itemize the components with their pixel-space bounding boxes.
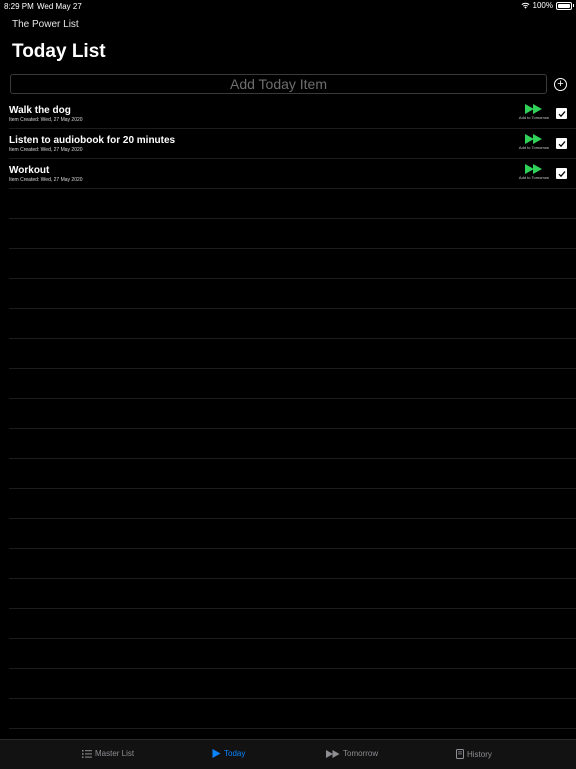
checkmark-icon xyxy=(558,170,565,177)
empty-row xyxy=(9,279,576,309)
battery-percent: 100% xyxy=(532,1,553,10)
checkmark-icon xyxy=(558,140,565,147)
add-to-tomorrow-label: Add to Tomorrow xyxy=(518,175,550,180)
empty-list-rows xyxy=(9,189,576,729)
item-created-date: Item Created: Wed, 27 May 2020 xyxy=(9,177,83,183)
empty-row xyxy=(9,519,576,549)
battery-icon xyxy=(556,1,574,10)
empty-row xyxy=(9,369,576,399)
add-today-item-input[interactable] xyxy=(10,74,547,94)
fast-forward-icon xyxy=(525,104,542,114)
tab-label: History xyxy=(467,749,492,759)
status-bar: 8:29 PM Wed May 27 100% xyxy=(0,0,576,13)
empty-row xyxy=(9,309,576,339)
checkmark-icon xyxy=(558,110,565,117)
tab-label: Today xyxy=(224,749,246,758)
completed-checkbox[interactable] xyxy=(556,108,567,119)
empty-row xyxy=(9,489,576,519)
list-item[interactable]: Walk the dog Item Created: Wed, 27 May 2… xyxy=(9,99,576,129)
completed-checkbox[interactable] xyxy=(556,168,567,179)
empty-row xyxy=(9,609,576,639)
fast-forward-icon xyxy=(525,164,542,174)
app-name: The Power List xyxy=(12,19,79,30)
item-created-date: Item Created: Wed, 27 May 2020 xyxy=(9,147,83,153)
tab-tomorrow[interactable]: Tomorrow xyxy=(326,749,378,758)
fast-forward-icon xyxy=(525,134,542,144)
list-item[interactable]: Workout Item Created: Wed, 27 May 2020 A… xyxy=(9,159,576,189)
tab-today[interactable]: Today xyxy=(212,749,245,758)
empty-row xyxy=(9,699,576,729)
tab-master-list[interactable]: Master List xyxy=(82,749,134,758)
empty-row xyxy=(9,579,576,609)
list-icon xyxy=(82,749,92,758)
empty-row xyxy=(9,189,576,219)
add-to-tomorrow-button[interactable]: Add to Tomorrow xyxy=(516,134,552,150)
book-icon xyxy=(456,749,464,759)
tab-history[interactable]: History xyxy=(456,749,492,759)
add-to-tomorrow-button[interactable]: Add to Tomorrow xyxy=(516,104,552,120)
add-to-tomorrow-label: Add to Tomorrow xyxy=(518,115,550,120)
list-item[interactable]: Listen to audiobook for 20 minutes Item … xyxy=(9,129,576,159)
fast-forward-icon xyxy=(326,749,340,758)
today-item-list: Walk the dog Item Created: Wed, 27 May 2… xyxy=(9,99,576,729)
status-right: 100% xyxy=(521,1,574,10)
wifi-icon xyxy=(521,2,530,9)
empty-row xyxy=(9,339,576,369)
empty-row xyxy=(9,669,576,699)
item-title: Workout xyxy=(9,165,50,176)
empty-row xyxy=(9,459,576,489)
item-title: Listen to audiobook for 20 minutes xyxy=(9,135,176,146)
add-to-tomorrow-label: Add to Tomorrow xyxy=(518,145,550,150)
item-title: Walk the dog xyxy=(9,105,71,116)
play-icon xyxy=(212,749,221,758)
empty-row xyxy=(9,429,576,459)
completed-checkbox[interactable] xyxy=(556,138,567,149)
plus-icon: + xyxy=(557,78,564,90)
empty-row xyxy=(9,219,576,249)
empty-row xyxy=(9,399,576,429)
empty-row xyxy=(9,639,576,669)
page-title: Today List xyxy=(12,41,106,62)
add-item-button[interactable]: + xyxy=(554,78,567,91)
status-time: 8:29 PM xyxy=(4,2,34,11)
empty-row xyxy=(9,249,576,279)
tab-label: Tomorrow xyxy=(343,749,379,758)
tab-bar: Master List Today Tomorrow History xyxy=(0,739,576,769)
tab-label: Master List xyxy=(95,749,135,758)
item-created-date: Item Created: Wed, 27 May 2020 xyxy=(9,117,83,123)
empty-row xyxy=(9,549,576,579)
add-to-tomorrow-button[interactable]: Add to Tomorrow xyxy=(516,164,552,180)
status-date: Wed May 27 xyxy=(37,2,82,11)
